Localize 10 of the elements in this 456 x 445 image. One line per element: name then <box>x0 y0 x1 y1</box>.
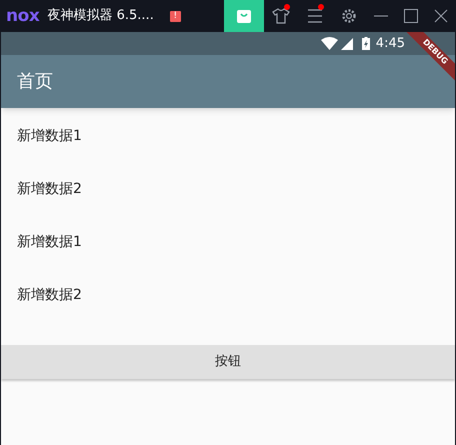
status-time: 4:45 <box>376 34 405 53</box>
emulator-logo: nox <box>6 8 40 24</box>
list-item[interactable]: 新增数据1 <box>17 126 82 147</box>
alert-badge: ! <box>170 10 181 22</box>
list-item[interactable]: 新增数据1 <box>17 232 82 253</box>
emulator-title: 夜神模拟器 6.5.... <box>47 7 154 26</box>
action-button[interactable]: 按钮 <box>1 345 455 379</box>
list-item[interactable]: 新增数据2 <box>17 179 82 200</box>
list-item[interactable]: 新增数据2 <box>17 285 82 306</box>
app-bar-title: 首页 <box>17 70 53 94</box>
